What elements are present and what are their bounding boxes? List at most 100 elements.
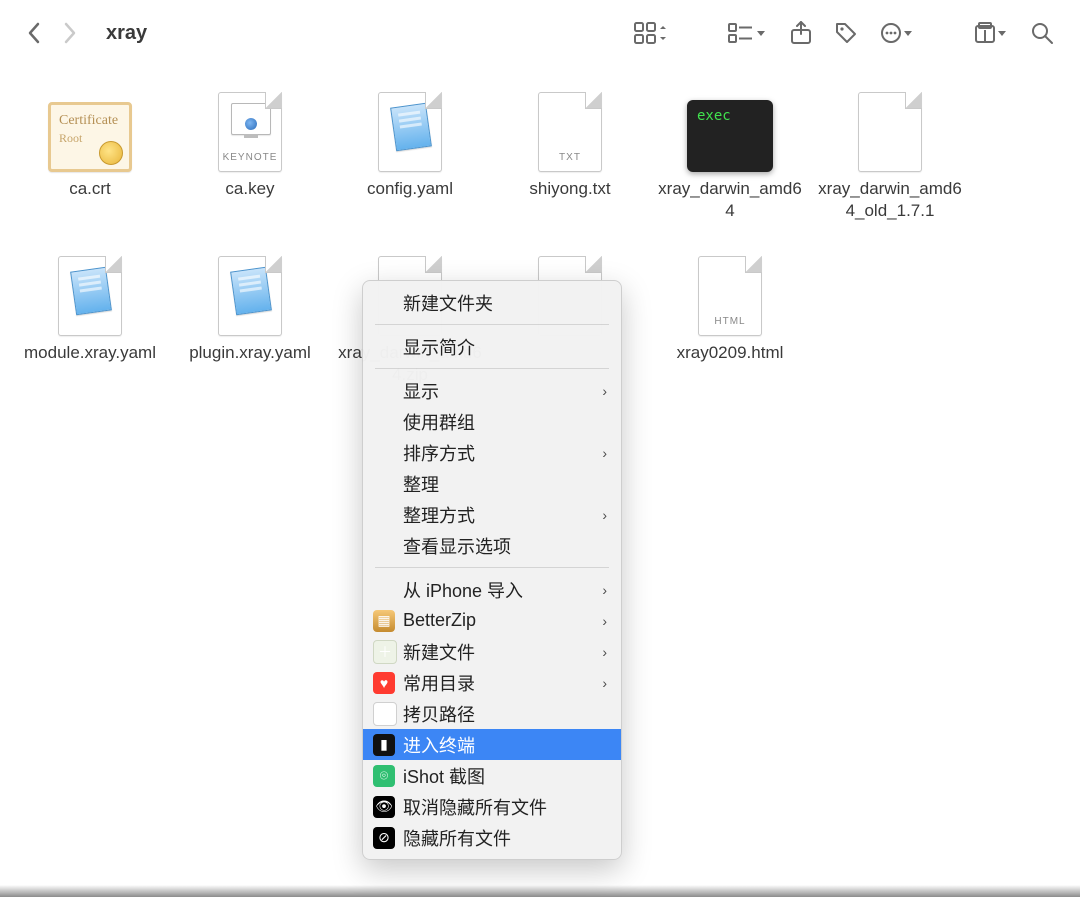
ctx-label: 使用群组 — [403, 409, 475, 435]
file-icon-yaml — [366, 84, 454, 172]
file-icon-blank — [846, 84, 934, 172]
ctx-favorites[interactable]: ♥ 常用目录 › — [363, 667, 621, 698]
box-icon — [974, 21, 1008, 45]
ctx-clean-up[interactable]: 整理 — [363, 468, 621, 499]
search-button[interactable] — [1024, 17, 1060, 49]
ctx-label: 整理方式 — [403, 502, 475, 528]
chevron-right-icon: › — [602, 644, 607, 660]
ctx-separator — [375, 368, 609, 369]
ctx-get-info[interactable]: 显示简介 — [363, 331, 621, 362]
ctx-label: BetterZip — [403, 610, 476, 631]
ctx-open-terminal[interactable]: ▮ 进入终端 — [363, 729, 621, 760]
ctx-label: 取消隐藏所有文件 — [403, 794, 547, 820]
finder-toolbar: xray — [0, 0, 1080, 66]
nav-back-button[interactable] — [20, 17, 50, 49]
file-label: xray_darwin_amd64 — [655, 178, 805, 222]
icon-grid-icon — [634, 21, 668, 45]
context-menu: 新建文件夹 显示简介 显示 › 使用群组 排序方式 › 整理 整理方式 › 查看… — [362, 280, 622, 860]
ctx-label: 从 iPhone 导入 — [403, 577, 523, 603]
ctx-copy-path[interactable]: ⇄ 拷贝路径 — [363, 698, 621, 729]
action-menu-button[interactable] — [874, 17, 920, 49]
ctx-label: 整理 — [403, 471, 439, 497]
file-item[interactable]: HTML xray0209.html — [650, 248, 810, 386]
file-label: xray0209.html — [677, 342, 784, 364]
chevron-right-icon: › — [602, 445, 607, 461]
terminal-icon: ▮ — [373, 734, 395, 756]
file-label: xray_darwin_amd64_old_1.7.1 — [815, 178, 965, 222]
tags-button[interactable] — [828, 17, 864, 49]
ctx-betterzip[interactable]: ▦ BetterZip › — [363, 605, 621, 636]
copy-path-icon: ⇄ — [373, 702, 397, 726]
eye-slash-icon: ⊘ — [373, 827, 395, 849]
ctx-label: 新建文件 — [403, 639, 475, 665]
file-icon-keynote: KEYNOTE — [206, 84, 294, 172]
chevron-right-icon: › — [602, 675, 607, 691]
chevron-right-icon — [60, 20, 78, 46]
tag-icon — [834, 21, 858, 45]
file-item[interactable]: plugin.xray.yaml — [170, 248, 330, 386]
ctx-show[interactable]: 显示 › — [363, 375, 621, 406]
share-icon — [790, 21, 812, 45]
chevron-right-icon: › — [602, 507, 607, 523]
file-icon-yaml — [206, 248, 294, 336]
ctx-label: 排序方式 — [403, 440, 475, 466]
file-item[interactable]: KEYNOTE ca.key — [170, 84, 330, 222]
ctx-ishot[interactable]: ⌾ iShot 截图 — [363, 760, 621, 791]
betterzip-icon: ▦ — [373, 610, 395, 632]
share-button[interactable] — [784, 17, 818, 49]
heart-icon: ♥ — [373, 672, 395, 694]
file-icon-cert: CertificateRoot — [46, 84, 134, 172]
file-label: plugin.xray.yaml — [189, 342, 311, 364]
ctx-separator — [375, 324, 609, 325]
chevron-right-icon: › — [602, 383, 607, 399]
file-item[interactable]: xray_darwin_amd64_old_1.7.1 — [810, 84, 970, 222]
ctx-new-file[interactable]: ＋ 新建文件 › — [363, 636, 621, 667]
window-bottom-shadow — [0, 885, 1080, 897]
ishot-icon: ⌾ — [373, 765, 395, 787]
new-file-icon: ＋ — [373, 640, 397, 664]
view-as-icons-button[interactable] — [628, 17, 674, 49]
file-icon-exec: exec — [686, 84, 774, 172]
file-item[interactable]: module.xray.yaml — [10, 248, 170, 386]
ctx-label: 显示 — [403, 378, 439, 404]
ctx-label: 常用目录 — [403, 670, 475, 696]
ctx-hide-all[interactable]: ⊘ 隐藏所有文件 — [363, 822, 621, 853]
app-menu-button[interactable] — [968, 17, 1014, 49]
file-icon-html: HTML — [686, 248, 774, 336]
ctx-sort-by[interactable]: 排序方式 › — [363, 437, 621, 468]
file-item[interactable]: exec xray_darwin_amd64 — [650, 84, 810, 222]
ctx-import-from-iphone[interactable]: 从 iPhone 导入 › — [363, 574, 621, 605]
window-title: xray — [88, 22, 165, 45]
file-label: module.xray.yaml — [24, 342, 156, 364]
file-label: ca.key — [225, 178, 274, 200]
ctx-clean-up-by[interactable]: 整理方式 › — [363, 499, 621, 530]
ellipsis-circle-icon — [880, 21, 914, 45]
chevron-right-icon: › — [602, 582, 607, 598]
chevron-right-icon: › — [602, 613, 607, 629]
file-label: config.yaml — [367, 178, 453, 200]
search-icon — [1030, 21, 1054, 45]
file-item[interactable]: config.yaml — [330, 84, 490, 222]
group-icon — [728, 21, 768, 45]
ctx-unhide-all[interactable]: 👁 取消隐藏所有文件 — [363, 791, 621, 822]
file-icon-yaml — [46, 248, 134, 336]
eye-icon: 👁 — [373, 796, 395, 818]
chevron-left-icon — [26, 20, 44, 46]
ctx-label: 显示简介 — [403, 334, 475, 360]
ctx-label: 隐藏所有文件 — [403, 825, 511, 851]
ctx-new-folder[interactable]: 新建文件夹 — [363, 287, 621, 318]
file-icon-txt: TXT — [526, 84, 614, 172]
ctx-label: iShot 截图 — [403, 763, 485, 789]
group-by-button[interactable] — [722, 17, 774, 49]
ctx-label: 进入终端 — [403, 732, 475, 758]
ctx-separator — [375, 567, 609, 568]
ctx-show-view-options[interactable]: 查看显示选项 — [363, 530, 621, 561]
file-label: shiyong.txt — [529, 178, 610, 200]
ctx-label: 查看显示选项 — [403, 533, 511, 559]
nav-forward-button[interactable] — [54, 17, 84, 49]
ctx-label: 新建文件夹 — [403, 290, 493, 316]
ctx-use-groups[interactable]: 使用群组 — [363, 406, 621, 437]
file-item[interactable]: CertificateRoot ca.crt — [10, 84, 170, 222]
file-item[interactable]: TXT shiyong.txt — [490, 84, 650, 222]
ctx-label: 拷贝路径 — [403, 701, 475, 727]
